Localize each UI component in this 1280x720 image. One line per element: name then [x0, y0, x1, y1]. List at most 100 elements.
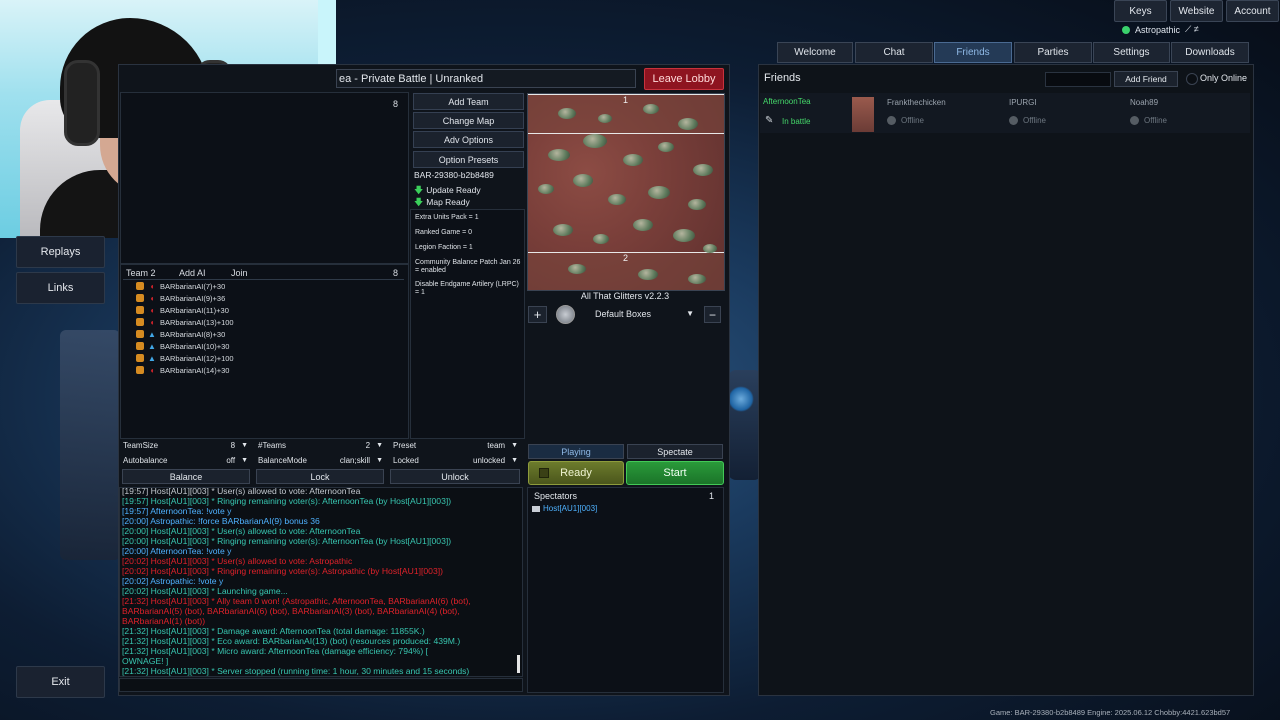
friend-name[interactable]: AfternoonTea [763, 97, 811, 106]
chat-line: [21:32] Host[AU1][003] * Ally team 0 won… [122, 596, 471, 606]
chat-line: [19:57] AfternoonTea: !vote y [122, 506, 232, 516]
chat-line: [21:32] Host[AU1][003] * Damage award: A… [122, 626, 425, 636]
player-row[interactable]: ◖ BARbarianAI(11)+30 [136, 304, 229, 316]
chat-line: [21:32] Host[AU1][003] * Eco award: BARb… [122, 636, 461, 646]
keys-button[interactable]: Keys [1114, 0, 1167, 22]
player-row[interactable]: ◖ BARbarianAI(7)+30 [136, 280, 225, 292]
balancemode-value: clan;skill [339, 456, 371, 465]
spectator-item[interactable]: Host[AU1][003] [532, 504, 597, 513]
friend-name[interactable]: IPURGI [1009, 98, 1037, 107]
tab-settings[interactable]: Settings [1093, 42, 1170, 63]
add-team-button[interactable]: Add Team [413, 93, 524, 110]
leave-lobby-button[interactable]: Leave Lobby [644, 68, 724, 90]
balance-button[interactable]: Balance [122, 469, 250, 484]
start-button[interactable]: Start [626, 461, 724, 485]
lock-button[interactable]: Lock [256, 469, 384, 484]
player-name: BARbarianAI(11)+30 [160, 305, 229, 315]
tab-friends[interactable]: Friends [934, 42, 1012, 63]
player-row[interactable]: ◖ BARbarianAI(9)+36 [136, 292, 225, 304]
player-row[interactable]: ▲ BARbarianAI(10)+30 [136, 340, 229, 352]
host-icon [532, 505, 540, 512]
friend-status-label: Offline [901, 116, 924, 125]
preset-label: Preset [393, 441, 417, 450]
option-item: Ranked Game = 0 [415, 229, 473, 236]
teamsize-dropdown[interactable]: 8 ▼ [190, 440, 248, 451]
download-arrow-icon: 🡇 [414, 197, 424, 207]
cortex-faction-icon: ◖ [149, 317, 155, 327]
chat-line: [21:32] Host[AU1][003] * Server stopped … [122, 666, 470, 676]
rank-icon [136, 282, 144, 290]
balancemode-dropdown[interactable]: clan;skill ▼ [325, 455, 383, 466]
rank-icon [136, 342, 144, 350]
current-user[interactable]: Astropathic ⟋ ≠ [1122, 24, 1199, 35]
tab-chat[interactable]: Chat [855, 42, 933, 63]
cortex-faction-icon: ◖ [149, 365, 155, 375]
only-online-label: Only Online [1200, 73, 1248, 83]
exit-button[interactable]: Exit [16, 666, 105, 698]
account-button[interactable]: Account [1226, 0, 1279, 22]
add-friend-input[interactable] [1045, 72, 1111, 87]
spectators-list [527, 487, 724, 693]
add-start-box-button[interactable]: + [528, 306, 547, 323]
checkbox-icon [539, 468, 549, 478]
chevron-down-icon: ▼ [241, 442, 248, 449]
locked-dropdown[interactable]: unlocked ▼ [460, 455, 518, 466]
battle-map-thumbnail [852, 97, 874, 132]
adv-options-button[interactable]: Adv Options [413, 131, 524, 148]
add-friend-button[interactable]: Add Friend [1114, 71, 1178, 87]
tab-parties[interactable]: Parties [1014, 42, 1092, 63]
playing-toggle[interactable]: Playing [528, 444, 624, 459]
add-ai-button[interactable]: Add AI [179, 268, 206, 278]
replays-button[interactable]: Replays [16, 236, 105, 268]
friend-name[interactable]: Noah89 [1130, 98, 1158, 107]
teams-label: #Teams [258, 441, 287, 450]
tab-welcome[interactable]: Welcome [777, 42, 853, 63]
friends-list [760, 93, 1250, 133]
player-name: BARbarianAI(14)+30 [160, 365, 230, 375]
chevron-down-icon: ▼ [376, 457, 383, 464]
friends-title: Friends [764, 72, 801, 84]
remove-start-box-button[interactable]: − [704, 306, 721, 323]
player-name: BARbarianAI(7)+30 [160, 281, 226, 291]
friend-status: Offline [1009, 116, 1046, 125]
chat-line: [20:00] AfternoonTea: !vote y [122, 546, 232, 556]
join-button[interactable]: Join [231, 268, 248, 278]
balancemode-label: BalanceMode [258, 456, 307, 465]
spectate-toggle[interactable]: Spectate [627, 444, 723, 459]
friend-name[interactable]: Frankthechicken [887, 98, 946, 107]
battle-chat-log[interactable]: [19:57] Host[AU1][003] * User(s) allowed… [119, 487, 523, 677]
ready-button[interactable]: Ready [528, 461, 624, 485]
start-boxes-dropdown[interactable]: Default Boxes ▼ [586, 306, 696, 321]
cortex-faction-icon: ◖ [149, 281, 155, 291]
chat-input[interactable] [119, 678, 523, 692]
locked-value: unlocked [473, 456, 506, 465]
map-preview[interactable]: 1 2 [527, 93, 725, 291]
rank-icon: ⟋ ≠ [1185, 24, 1199, 34]
player-row[interactable]: ▲ BARbarianAI(8)+30 [136, 328, 225, 340]
teams-dropdown[interactable]: 2 ▼ [325, 440, 383, 451]
preset-value: team [487, 441, 506, 450]
unlock-button[interactable]: Unlock [390, 469, 520, 484]
start-box-preset-icon[interactable] [556, 305, 575, 324]
chevron-down-icon: ▼ [511, 442, 518, 449]
player-row[interactable]: ◖ BARbarianAI(14)+30 [136, 364, 229, 376]
chat-scrollbar[interactable] [517, 655, 520, 673]
player-row[interactable]: ◖ BARbarianAI(13)+100 [136, 316, 234, 328]
start-boxes-value: Default Boxes [595, 308, 652, 319]
links-button[interactable]: Links [16, 272, 105, 304]
player-row[interactable]: ▲ BARbarianAI(12)+100 [136, 352, 234, 364]
update-ready-label: Update Ready [426, 185, 481, 195]
team-2-label: Team 2 [126, 268, 156, 278]
tab-downloads[interactable]: Downloads [1171, 42, 1249, 63]
game-version: BAR-29380-b2b8489 [414, 170, 494, 180]
spectator-name: Host[AU1][003] [543, 504, 598, 513]
chevron-down-icon: ▼ [511, 457, 518, 464]
chevron-down-icon: ▼ [241, 457, 248, 464]
preset-dropdown[interactable]: team ▼ [460, 440, 518, 451]
change-map-button[interactable]: Change Map [413, 112, 524, 129]
only-online-checkbox[interactable] [1186, 73, 1198, 85]
chat-line: [20:00] Astropathic: !force BARbarianAI(… [122, 516, 320, 526]
autobalance-dropdown[interactable]: off ▼ [190, 455, 248, 466]
website-button[interactable]: Website [1170, 0, 1223, 22]
option-presets-button[interactable]: Option Presets [413, 151, 524, 168]
